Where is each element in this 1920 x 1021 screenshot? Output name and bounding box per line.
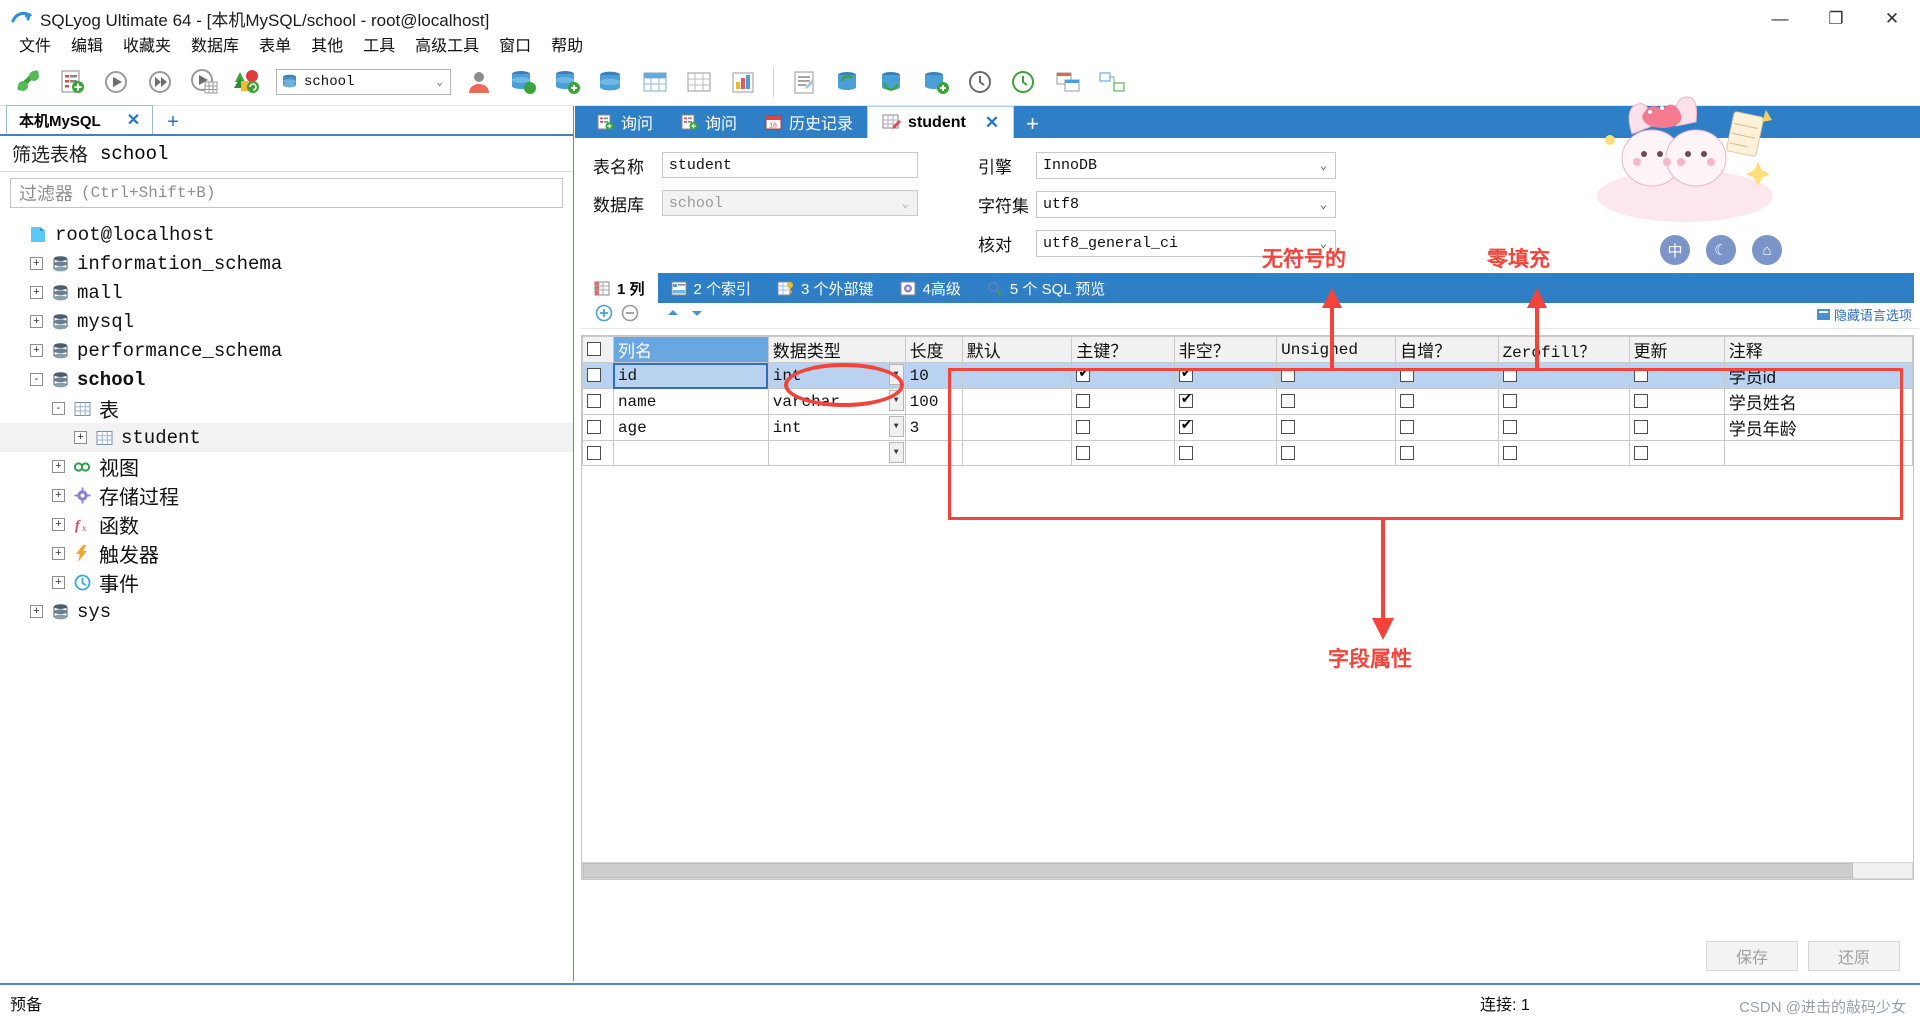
annotation-field-attributes-box xyxy=(948,368,1903,520)
watermark: CSDN @进击的敲码少女 xyxy=(1739,999,1906,1016)
status-ready: 预备 xyxy=(10,997,43,1014)
annotation-data-type-ellipse xyxy=(784,363,904,407)
annotation-field-attributes: 字段属性 xyxy=(1328,648,1412,671)
status-connection-count: 连接: 1 xyxy=(1480,997,1530,1014)
annotation-zerofill: 零填充 xyxy=(1487,248,1550,271)
sqlyog-window: SQLyog Ultimate 64 - [本机MySQL/school - r… xyxy=(0,0,1920,1021)
status-bar: 预备 连接: 1 CSDN @进击的敲码少女 xyxy=(0,983,1920,1021)
annotation-unsigned: 无符号的 xyxy=(1262,248,1346,271)
